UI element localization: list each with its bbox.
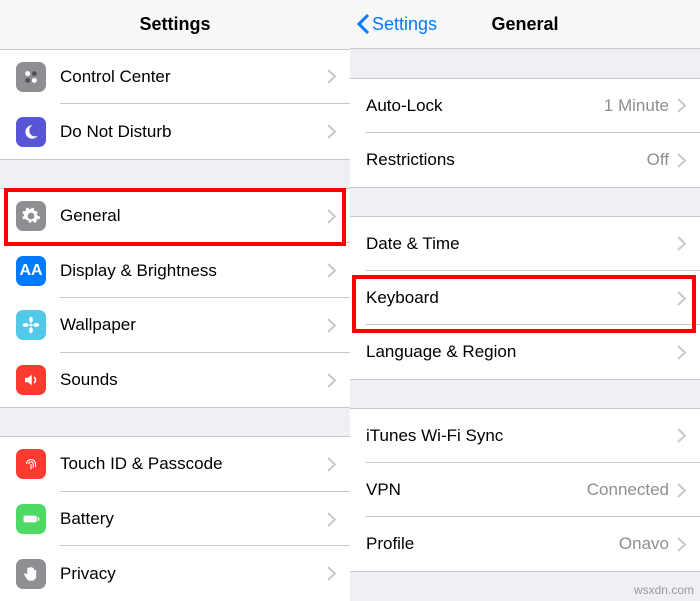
chevron-right-icon — [327, 566, 336, 581]
row-label: Language & Region — [366, 342, 677, 362]
group-gap — [350, 379, 700, 409]
settings-pane: Settings Control Center Do Not Disturb G… — [0, 0, 350, 601]
row-battery[interactable]: Battery — [0, 492, 350, 547]
row-label: Control Center — [60, 67, 327, 87]
general-header: Settings General — [350, 0, 700, 49]
chevron-right-icon — [327, 263, 336, 278]
row-value: Off — [647, 150, 669, 170]
row-label: Keyboard — [366, 288, 677, 308]
row-value: Connected — [587, 480, 669, 500]
row-sounds[interactable]: Sounds — [0, 353, 350, 408]
row-label: Display & Brightness — [60, 261, 327, 281]
row-label: Touch ID & Passcode — [60, 454, 327, 474]
row-label: General — [60, 206, 327, 226]
row-label: Profile — [366, 534, 619, 554]
row-label: Do Not Disturb — [60, 122, 327, 142]
chevron-right-icon — [677, 483, 686, 498]
chevron-right-icon — [677, 428, 686, 443]
row-control-center[interactable]: Control Center — [0, 50, 350, 105]
gear-icon — [16, 201, 46, 231]
settings-header: Settings — [0, 0, 350, 50]
row-label: Sounds — [60, 370, 327, 390]
row-label: Battery — [60, 509, 327, 529]
text-size-icon: AA — [16, 256, 46, 286]
group-gap — [350, 49, 700, 79]
chevron-right-icon — [677, 537, 686, 552]
row-restrictions[interactable]: Restrictions Off — [350, 133, 700, 187]
hand-icon — [16, 559, 46, 589]
chevron-right-icon — [327, 209, 336, 224]
chevron-right-icon — [327, 512, 336, 527]
back-button[interactable]: Settings — [356, 0, 437, 48]
chevron-right-icon — [327, 69, 336, 84]
battery-icon — [16, 504, 46, 534]
chevron-left-icon — [356, 13, 370, 35]
chevron-right-icon — [327, 457, 336, 472]
flower-icon — [16, 310, 46, 340]
row-keyboard[interactable]: Keyboard — [350, 271, 700, 325]
row-date-time[interactable]: Date & Time — [350, 217, 700, 271]
general-title: General — [491, 14, 558, 35]
row-language-region[interactable]: Language & Region — [350, 325, 700, 379]
chevron-right-icon — [327, 373, 336, 388]
chevron-right-icon — [677, 291, 686, 306]
group-gap — [350, 187, 700, 217]
chevron-right-icon — [677, 153, 686, 168]
row-label: iTunes Wi-Fi Sync — [366, 426, 677, 446]
settings-title: Settings — [139, 14, 210, 35]
speaker-icon — [16, 365, 46, 395]
chevron-right-icon — [677, 98, 686, 113]
row-touch-id[interactable]: Touch ID & Passcode — [0, 437, 350, 492]
row-display-brightness[interactable]: AA Display & Brightness — [0, 243, 350, 298]
back-label: Settings — [372, 14, 437, 35]
chevron-right-icon — [677, 345, 686, 360]
row-value: Onavo — [619, 534, 669, 554]
control-center-icon — [16, 62, 46, 92]
row-label: Privacy — [60, 564, 327, 584]
row-do-not-disturb[interactable]: Do Not Disturb — [0, 104, 350, 159]
row-auto-lock[interactable]: Auto-Lock 1 Minute — [350, 79, 700, 133]
row-wallpaper[interactable]: Wallpaper — [0, 298, 350, 353]
group-gap — [0, 407, 350, 437]
row-label: Auto-Lock — [366, 96, 604, 116]
chevron-right-icon — [327, 124, 336, 139]
group-gap — [0, 159, 350, 189]
moon-icon — [16, 117, 46, 147]
row-itunes-sync[interactable]: iTunes Wi-Fi Sync — [350, 409, 700, 463]
row-general[interactable]: General — [0, 189, 350, 244]
chevron-right-icon — [677, 236, 686, 251]
general-pane: Settings General Auto-Lock 1 Minute Rest… — [350, 0, 700, 601]
watermark: wsxdn.com — [634, 583, 694, 597]
row-vpn[interactable]: VPN Connected — [350, 463, 700, 517]
chevron-right-icon — [327, 318, 336, 333]
fingerprint-icon — [16, 449, 46, 479]
row-profile[interactable]: Profile Onavo — [350, 517, 700, 571]
row-label: VPN — [366, 480, 587, 500]
row-label: Wallpaper — [60, 315, 327, 335]
row-label: Restrictions — [366, 150, 647, 170]
row-label: Date & Time — [366, 234, 677, 254]
row-privacy[interactable]: Privacy — [0, 546, 350, 601]
row-value: 1 Minute — [604, 96, 669, 116]
